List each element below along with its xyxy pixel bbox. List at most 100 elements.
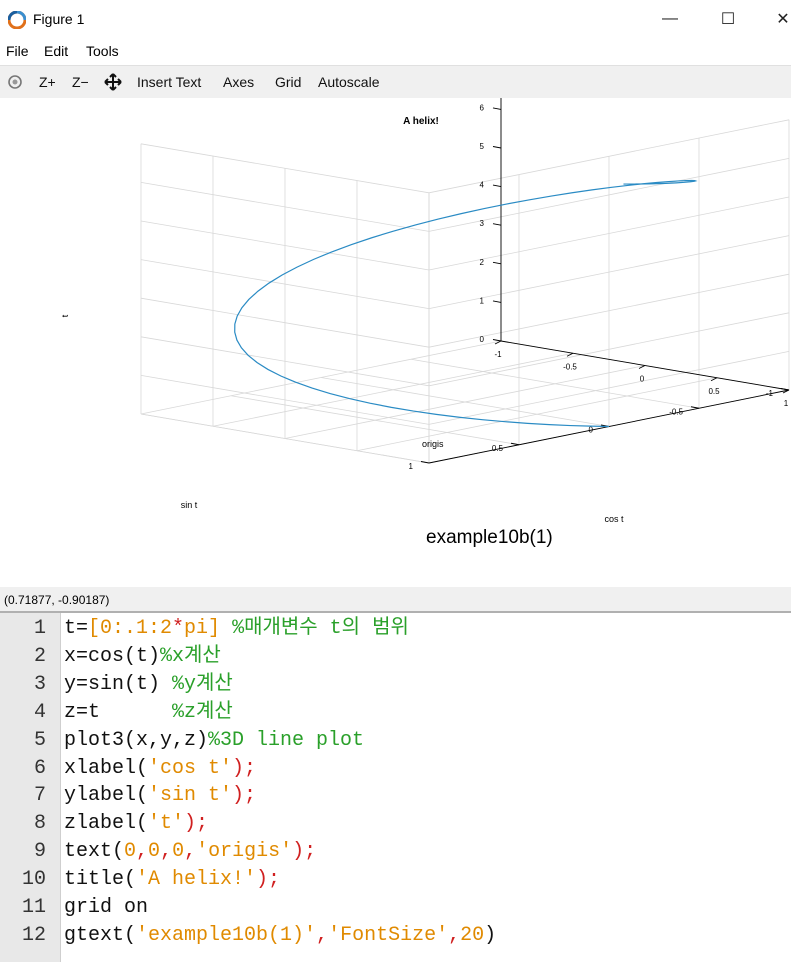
- code-text[interactable]: zlabel('t');: [64, 810, 208, 838]
- code-text[interactable]: plot3(x,y,z)%3D line plot: [64, 727, 364, 755]
- y-tick-label: 1: [409, 462, 414, 471]
- title-bar: Figure 1 — ☐ ✕: [0, 0, 791, 38]
- chart-title: A helix!: [403, 116, 439, 127]
- code-text[interactable]: ylabel('sin t');: [64, 782, 256, 810]
- code-text[interactable]: gtext('example10b(1)','FontSize',20): [64, 922, 496, 950]
- code-line[interactable]: 1 t=[0:.1:2*pi] %매개변수 t의 범위: [0, 615, 791, 643]
- z-tick-label: 4: [480, 181, 485, 190]
- x-tick-label: -0.5: [563, 362, 577, 371]
- z-tick-mark: [492, 146, 502, 149]
- menu-file[interactable]: File: [6, 43, 29, 59]
- maximize-icon: ☐: [720, 11, 736, 28]
- insert-text-button[interactable]: Insert Text: [137, 74, 201, 90]
- pan-icon[interactable]: [104, 73, 122, 91]
- line-number: 7: [33, 784, 46, 808]
- line-number: 8: [33, 812, 46, 836]
- minimize-icon: —: [662, 10, 678, 27]
- x-tick-label: 0: [640, 375, 645, 384]
- figure-toolbar: Z+ Z− Insert Text Axes Grid Autoscale: [0, 65, 791, 99]
- grid-line: [230, 395, 520, 446]
- axes-button[interactable]: Axes: [223, 74, 254, 90]
- origin-annotation: origis: [422, 439, 444, 449]
- grid-lines: [140, 119, 790, 464]
- z-tick-label: 5: [480, 142, 485, 151]
- y-tick-label: 0.5: [492, 444, 504, 453]
- zoom-out-button[interactable]: Z−: [72, 74, 89, 90]
- close-button[interactable]: ✕: [760, 0, 791, 38]
- code-line[interactable]: 7 ylabel('sin t');: [0, 782, 791, 810]
- line-number: 6: [33, 756, 46, 780]
- y-tick-label: -0.5: [669, 407, 683, 416]
- rotate-icon[interactable]: [7, 74, 23, 90]
- ylabel: sin t: [181, 500, 198, 510]
- z-tick-mark: [492, 300, 502, 303]
- z-tick-label: 0: [480, 335, 485, 344]
- code-text[interactable]: z=t %z계산: [64, 699, 233, 727]
- code-line[interactable]: 2 x=cos(t)%x계산: [0, 643, 791, 671]
- code-text[interactable]: t=[0:.1:2*pi] %매개변수 t의 범위: [64, 615, 409, 643]
- x-tick-label: 0.5: [708, 387, 720, 396]
- z-tick-mark: [492, 223, 502, 226]
- z-tick-label: 1: [480, 296, 485, 305]
- tick-labels: -1-0.500.51-1-0.500.5101234567: [409, 65, 789, 471]
- code-line[interactable]: 8 zlabel('t');: [0, 810, 791, 838]
- minimize-button[interactable]: —: [647, 0, 693, 38]
- cursor-coordinates: (0.71877, -0.90187): [4, 593, 110, 607]
- x-tick-label: 1: [784, 399, 789, 408]
- plot-area[interactable]: A helix! -1-0.500.51-1-0.500.5101234567 …: [0, 65, 791, 586]
- line-number: 3: [33, 672, 46, 696]
- zlabel: t: [60, 314, 70, 317]
- menu-bar: File Edit Tools: [0, 39, 791, 64]
- z-tick-label: 3: [480, 219, 485, 228]
- y-tick-mark: [690, 406, 700, 409]
- x-tick-label: -1: [494, 350, 502, 359]
- line-number: 11: [21, 896, 46, 919]
- line-number: 12: [21, 923, 46, 947]
- xlabel: cos t: [604, 514, 624, 524]
- z-tick-mark: [492, 261, 502, 265]
- window-title: Figure 1: [33, 11, 85, 27]
- code-text[interactable]: xlabel('cos t');: [64, 755, 256, 783]
- code-line[interactable]: 11 grid on: [0, 894, 791, 922]
- z-tick-label: 6: [480, 103, 485, 112]
- axes-lines: [420, 68, 790, 464]
- code-line[interactable]: 4 z=t %z계산: [0, 699, 791, 727]
- menu-tools[interactable]: Tools: [86, 43, 119, 59]
- line-number: 5: [33, 728, 46, 752]
- code-editor[interactable]: 1 t=[0:.1:2*pi] %매개변수 t의 범위 2 x=cos(t)%x계산 3…: [0, 613, 791, 962]
- grid-line: [410, 358, 700, 409]
- octave-logo-icon: [8, 11, 26, 29]
- z-tick-mark: [492, 339, 502, 342]
- zoom-in-button[interactable]: Z+: [39, 74, 56, 90]
- code-text[interactable]: x=cos(t)%x계산: [64, 643, 221, 671]
- menu-edit[interactable]: Edit: [44, 43, 68, 59]
- autoscale-button[interactable]: Autoscale: [318, 74, 379, 90]
- code-text[interactable]: title('A helix!');: [64, 866, 280, 894]
- code-line[interactable]: 5 plot3(x,y,z)%3D line plot: [0, 727, 791, 755]
- code-line[interactable]: 6 xlabel('cos t');: [0, 755, 791, 783]
- code-line[interactable]: 9 text(0,0,0,'origis');: [0, 838, 791, 866]
- y-tick-label: -1: [766, 389, 774, 398]
- code-text[interactable]: grid on: [64, 894, 148, 922]
- helix-line: [234, 179, 698, 428]
- gtext-annotation: example10b(1): [426, 527, 553, 548]
- z-tick-mark: [492, 107, 502, 110]
- line-number: 4: [33, 700, 46, 724]
- grid-button[interactable]: Grid: [275, 74, 301, 90]
- line-number: 1: [33, 617, 46, 640]
- line-number: 10: [21, 868, 46, 892]
- z-tick-mark: [492, 184, 502, 188]
- y-tick-mark: [510, 442, 520, 446]
- y-tick-mark: [420, 461, 430, 464]
- close-icon: ✕: [776, 11, 790, 28]
- code-line[interactable]: 10 title('A helix!');: [0, 866, 791, 894]
- status-bar: (0.71877, -0.90187): [0, 587, 791, 613]
- helix-3d-chart[interactable]: A helix! -1-0.500.51-1-0.500.5101234567 …: [0, 65, 791, 586]
- code-text[interactable]: text(0,0,0,'origis');: [64, 838, 316, 866]
- maximize-button[interactable]: ☐: [705, 0, 751, 38]
- code-text[interactable]: y=sin(t) %y계산: [64, 671, 233, 699]
- line-number: 9: [33, 840, 46, 864]
- z-tick-label: 2: [480, 258, 485, 267]
- code-line[interactable]: 3 y=sin(t) %y계산: [0, 671, 791, 699]
- code-line[interactable]: 12 gtext('example10b(1)','FontSize',20): [0, 922, 791, 950]
